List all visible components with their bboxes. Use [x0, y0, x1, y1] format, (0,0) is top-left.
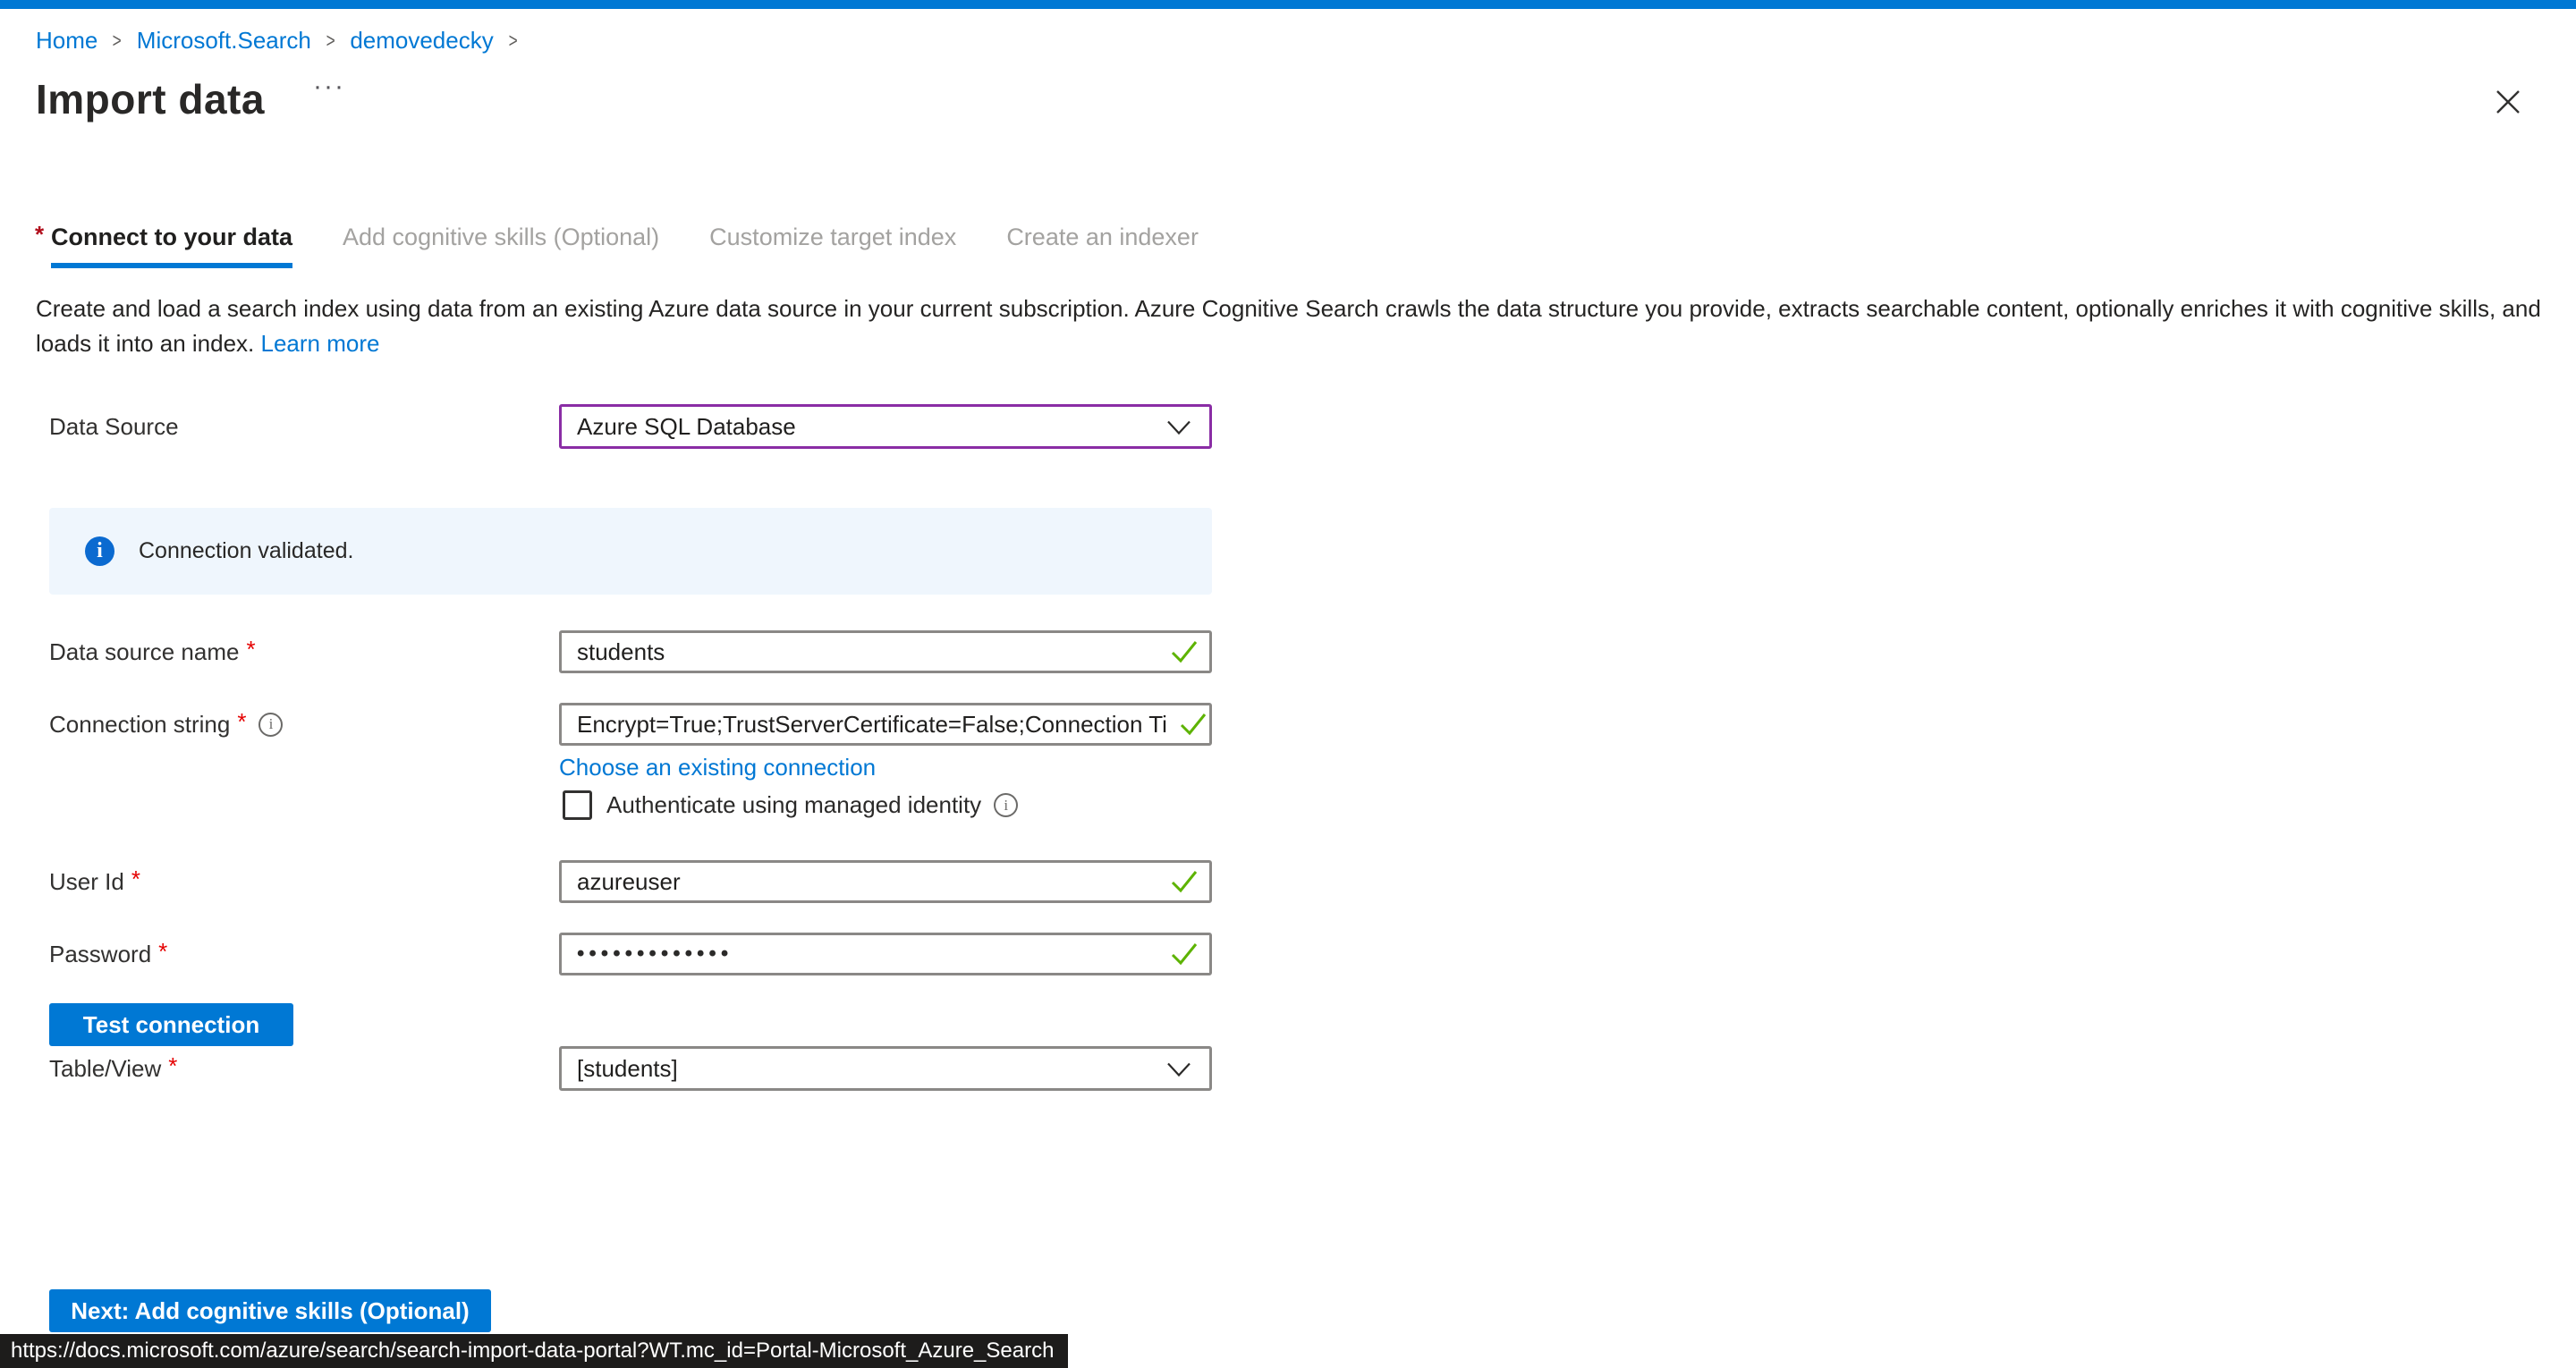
label-text: Data Source [49, 413, 179, 441]
chevron-down-icon [1166, 1062, 1191, 1077]
data-source-label: Data Source [49, 413, 559, 441]
context-menu-ellipsis-icon[interactable]: ··· [313, 72, 345, 102]
close-icon [2493, 87, 2523, 117]
required-asterisk: * [237, 708, 246, 736]
top-accent-bar [0, 0, 2576, 9]
input-value: azureuser [577, 868, 681, 896]
banner-text: Connection validated. [139, 538, 353, 564]
data-source-name-row: Data source name * students [49, 630, 1212, 673]
managed-identity-checkbox[interactable] [563, 790, 592, 820]
choose-existing-connection-link[interactable]: Choose an existing connection [559, 754, 876, 781]
data-source-dropdown[interactable]: Azure SQL Database [559, 404, 1212, 449]
input-value: students [577, 638, 665, 666]
connection-string-input[interactable]: Encrypt=True;TrustServerCertificate=Fals… [559, 703, 1212, 746]
breadcrumb-home[interactable]: Home [36, 27, 97, 55]
connection-string-row: Connection string * i Encrypt=True;Trust… [49, 703, 1212, 746]
test-connection-button[interactable]: Test connection [49, 1003, 293, 1046]
tab-customize-target-index[interactable]: Customize target index [709, 224, 956, 251]
breadcrumb: Home > Microsoft.Search > demovedecky > [36, 27, 532, 55]
close-blade-button[interactable] [2488, 82, 2528, 122]
user-id-label: User Id * [49, 868, 559, 896]
label-text: Table/View [49, 1055, 161, 1083]
next-add-cognitive-skills-button[interactable]: Next: Add cognitive skills (Optional) [49, 1289, 491, 1332]
data-source-name-input[interactable]: students [559, 630, 1212, 673]
info-icon: i [85, 536, 114, 566]
info-tooltip-icon[interactable]: i [258, 713, 283, 737]
label-text: Data source name [49, 638, 239, 666]
data-source-name-label: Data source name * [49, 638, 559, 666]
valid-check-icon [1179, 712, 1208, 737]
breadcrumb-microsoft-search[interactable]: Microsoft.Search [137, 27, 311, 55]
valid-check-icon [1170, 639, 1199, 664]
password-row: Password * ••••••••••••• [49, 933, 1212, 975]
valid-check-icon [1170, 942, 1199, 967]
chevron-right-icon: > [326, 29, 335, 53]
learn-more-link[interactable]: Learn more [261, 330, 380, 357]
user-id-input[interactable]: azureuser [559, 860, 1212, 903]
table-view-value: [students] [577, 1055, 678, 1083]
tab-create-an-indexer[interactable]: Create an indexer [1006, 224, 1199, 251]
managed-identity-label: Authenticate using managed identity [606, 791, 981, 819]
page-title: Import data [36, 75, 265, 123]
intro-text: Create and load a search index using dat… [36, 295, 2541, 357]
connection-validated-banner: i Connection validated. [49, 508, 1212, 595]
input-value: Encrypt=True;TrustServerCertificate=Fals… [577, 711, 1175, 739]
user-id-row: User Id * azureuser [49, 860, 1212, 903]
intro-description: Create and load a search index using dat… [36, 291, 2542, 361]
chevron-right-icon: > [508, 29, 517, 53]
password-input[interactable]: ••••••••••••• [559, 933, 1212, 975]
input-value-masked: ••••••••••••• [577, 942, 733, 967]
required-asterisk: * [246, 636, 255, 663]
data-source-row: Data Source Azure SQL Database [49, 404, 1212, 449]
breadcrumb-demovedecky[interactable]: demovedecky [350, 27, 493, 55]
link-url-statusbar: https://docs.microsoft.com/azure/search/… [0, 1334, 1068, 1368]
valid-check-icon [1170, 869, 1199, 894]
required-asterisk: * [131, 866, 140, 893]
label-text: User Id [49, 868, 124, 896]
info-tooltip-icon[interactable]: i [994, 793, 1018, 817]
required-asterisk: * [35, 221, 44, 249]
required-asterisk: * [158, 938, 167, 966]
data-source-value: Azure SQL Database [577, 413, 796, 441]
chevron-right-icon: > [113, 29, 122, 53]
choose-existing-connection-row: Choose an existing connection [559, 754, 876, 781]
table-view-dropdown[interactable]: [students] [559, 1046, 1212, 1091]
label-text: Password [49, 941, 151, 968]
table-view-row: Table/View * [students] [49, 1047, 1212, 1090]
required-asterisk: * [168, 1052, 177, 1080]
connection-string-label: Connection string * i [49, 711, 559, 739]
tab-label: Connect to your data [51, 224, 292, 250]
tab-connect-to-your-data[interactable]: * Connect to your data [51, 224, 292, 268]
wizard-tabs: * Connect to your data Add cognitive ski… [51, 224, 1249, 268]
password-label: Password * [49, 941, 559, 968]
table-view-label: Table/View * [49, 1055, 559, 1083]
tab-add-cognitive-skills[interactable]: Add cognitive skills (Optional) [343, 224, 659, 251]
label-text: Connection string [49, 711, 230, 739]
managed-identity-row: Authenticate using managed identity i [563, 790, 1018, 820]
chevron-down-icon [1166, 420, 1191, 435]
